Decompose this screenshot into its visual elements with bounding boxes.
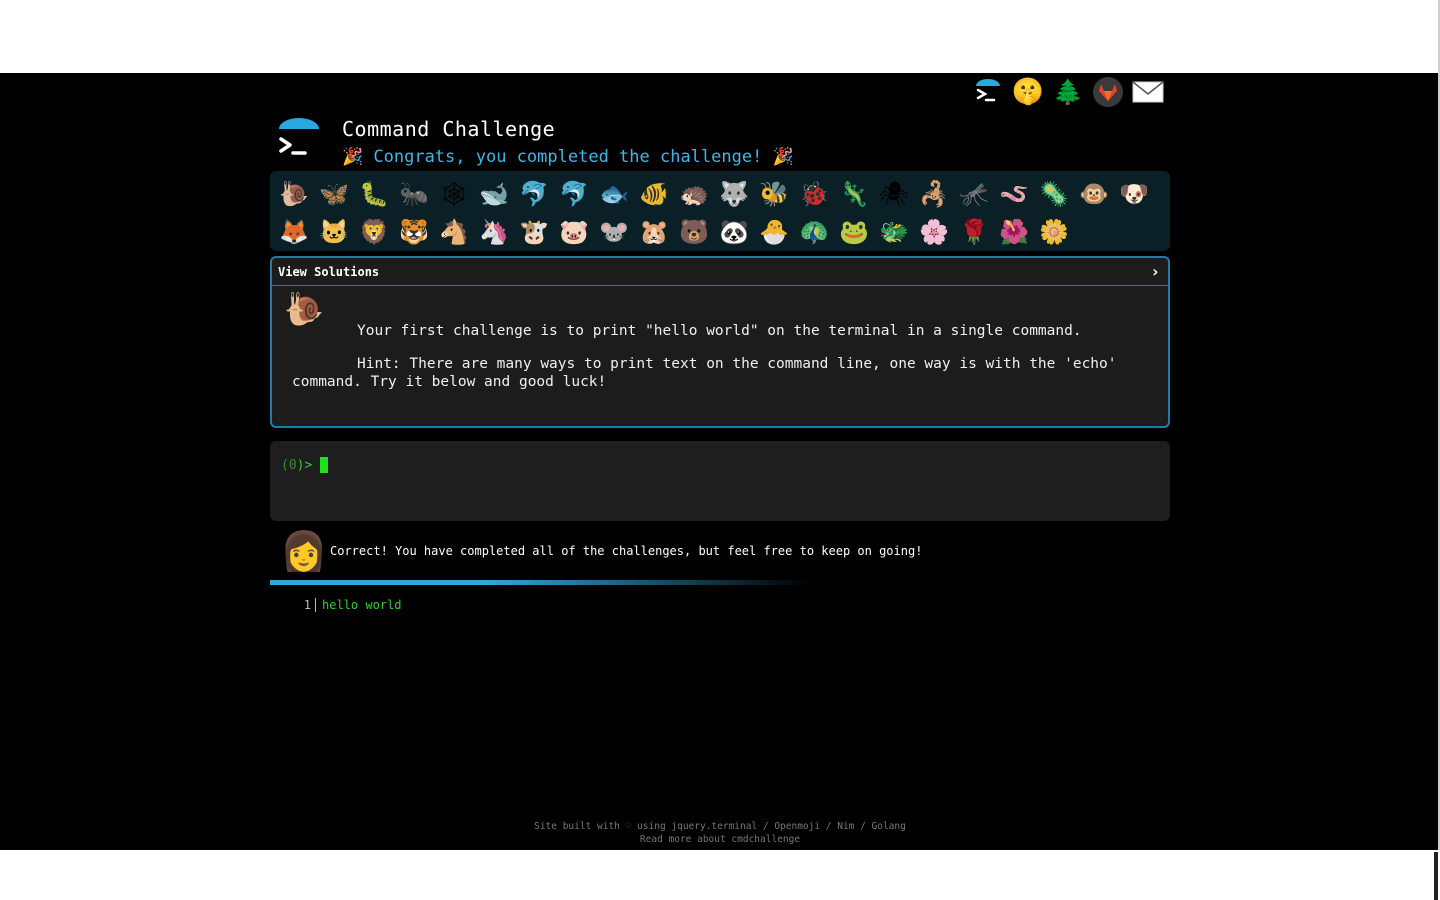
mail-icon[interactable] xyxy=(1130,74,1166,110)
snail-icon: 🐌 xyxy=(284,290,324,328)
challenge-animal-icon[interactable]: 🐬 xyxy=(554,175,594,213)
output-line-number: 1 xyxy=(300,598,316,612)
challenge-animal-icon[interactable]: 🐻 xyxy=(674,213,714,251)
challenge-animal-icon[interactable]: 🐟 xyxy=(594,175,634,213)
terminal-cursor xyxy=(320,457,328,473)
challenge-animal-icon[interactable]: 🐠 xyxy=(634,175,674,213)
woman-avatar-icon: 👩 xyxy=(280,529,328,573)
challenge-animal-icon[interactable]: 🐹 xyxy=(634,213,674,251)
challenge-animal-icon[interactable]: 🐋 xyxy=(474,175,514,213)
challenge-animal-icon[interactable]: 🌸 xyxy=(914,213,954,251)
challenge-animal-icon[interactable]: 🌼 xyxy=(1034,213,1074,251)
challenge-animal-icon[interactable]: 🐴 xyxy=(434,213,474,251)
challenge-animal-icon[interactable]: 🐜 xyxy=(394,175,434,213)
challenge-panel: View Solutions › 🐌 Your first challenge … xyxy=(270,256,1170,428)
challenge-animal-icon[interactable]: 🦠 xyxy=(1034,175,1074,213)
challenge-animal-icon[interactable]: 🐲 xyxy=(874,213,914,251)
challenge-animal-icon[interactable]: 🦋 xyxy=(314,175,354,213)
challenge-animal-icon[interactable]: 🦁 xyxy=(354,213,394,251)
output-text: hello world xyxy=(322,598,402,612)
challenge-animal-icon[interactable]: 🐶 xyxy=(1114,175,1154,213)
challenge-animal-icon[interactable]: 🐞 xyxy=(794,175,834,213)
scrollbar-thumb[interactable] xyxy=(1434,852,1438,900)
challenge-progress-animals: 🐌 🦋 🐛 🐜 🕸 🐋 🐬 🐬 🐟 🐠 🦔 🐺 🐝 🐞 🦎 🕷 🦂 🦟 🪱 🦠 🐵 🐶 🦊 🐱 🦁 🐯 🐴 🦄 🐮 🐷 🐭 🐹 🐻 🐼 🐣 🦚 🐸 🐲 🌸 🌹… xyxy=(270,171,1170,251)
challenge-animal-icon[interactable]: 🕸 xyxy=(434,175,474,213)
challenge-animal-icon[interactable]: 🐵 xyxy=(1074,175,1114,213)
challenge-description: 🐌 Your first challenge is to print "hell… xyxy=(272,286,1168,407)
challenge-hint: Hint: There are many ways to print text … xyxy=(292,356,1117,390)
challenge-animal-icon[interactable]: 🦊 xyxy=(274,213,314,251)
challenge-animal-icon[interactable]: 🕷 xyxy=(874,175,914,213)
tree-icon[interactable]: 🌲 xyxy=(1050,74,1086,110)
view-solutions-toggle[interactable]: View Solutions › xyxy=(272,258,1168,286)
challenge-text: Your first challenge is to print "hello … xyxy=(357,323,1082,339)
challenge-animal-icon[interactable]: 🦎 xyxy=(834,175,874,213)
challenge-animal-icon[interactable]: 🐱 xyxy=(314,213,354,251)
challenge-animal-icon[interactable]: 🌺 xyxy=(994,213,1034,251)
challenge-animal-icon[interactable]: 🦄 xyxy=(474,213,514,251)
terminal-prompt: (0)> xyxy=(281,458,313,473)
page: 🤫 🌲 Command Challenge 🎉 Congrats, you co… xyxy=(0,73,1438,850)
challenge-animal-icon[interactable]: 🐭 xyxy=(594,213,634,251)
chevron-right-icon: › xyxy=(1150,262,1160,281)
challenge-animal-icon[interactable]: 🐛 xyxy=(354,175,394,213)
header: Command Challenge 🎉 Congrats, you comple… xyxy=(276,115,876,171)
footer: Site built with ♡ using jquery.terminal … xyxy=(0,820,1438,846)
footer-read-more-link[interactable]: Read more about cmdchallenge xyxy=(640,834,800,845)
command-output: 1 hello world xyxy=(300,598,401,612)
gitlab-icon[interactable] xyxy=(1090,74,1126,110)
congrats-subtitle: 🎉 Congrats, you completed the challenge!… xyxy=(342,147,794,167)
challenge-animal-icon[interactable]: 🐝 xyxy=(754,175,794,213)
challenge-animal-icon[interactable]: 🐮 xyxy=(514,213,554,251)
view-solutions-label: View Solutions xyxy=(278,264,380,279)
challenge-animal-icon[interactable]: 🦔 xyxy=(674,175,714,213)
challenge-animal-icon[interactable]: 🐸 xyxy=(834,213,874,251)
challenge-animal-icon[interactable]: 🦂 xyxy=(914,175,954,213)
terminal-input[interactable]: (0)> xyxy=(270,441,1170,521)
progress-bar xyxy=(270,580,810,585)
challenge-animal-icon[interactable]: 🐷 xyxy=(554,213,594,251)
challenge-animal-icon[interactable]: 🪱 xyxy=(994,175,1034,213)
page-title: Command Challenge xyxy=(342,117,556,141)
result-text: Correct! You have completed all of the c… xyxy=(330,544,923,558)
challenge-animal-icon[interactable]: 🐺 xyxy=(714,175,754,213)
challenge-animal-icon[interactable]: 🦟 xyxy=(954,175,994,213)
footer-credits-link[interactable]: Site built with ♡ using jquery.terminal … xyxy=(534,821,906,832)
terminal-logo-icon[interactable] xyxy=(970,74,1006,110)
challenge-animal-icon[interactable]: 🦚 xyxy=(794,213,834,251)
result-message: 👩 Correct! You have completed all of the… xyxy=(278,528,978,574)
challenge-animal-icon[interactable]: 🐬 xyxy=(514,175,554,213)
shush-face-icon[interactable]: 🤫 xyxy=(1010,74,1046,110)
challenge-animal-icon[interactable]: 🐼 xyxy=(714,213,754,251)
challenge-animal-icon[interactable]: 🐯 xyxy=(394,213,434,251)
terminal-logo-icon xyxy=(276,117,322,163)
challenge-animal-icon[interactable]: 🐣 xyxy=(754,213,794,251)
challenge-animal-icon[interactable]: 🌹 xyxy=(954,213,994,251)
challenge-animal-icon[interactable]: 🐌 xyxy=(274,175,314,213)
top-nav-icons: 🤫 🌲 xyxy=(970,73,1166,111)
